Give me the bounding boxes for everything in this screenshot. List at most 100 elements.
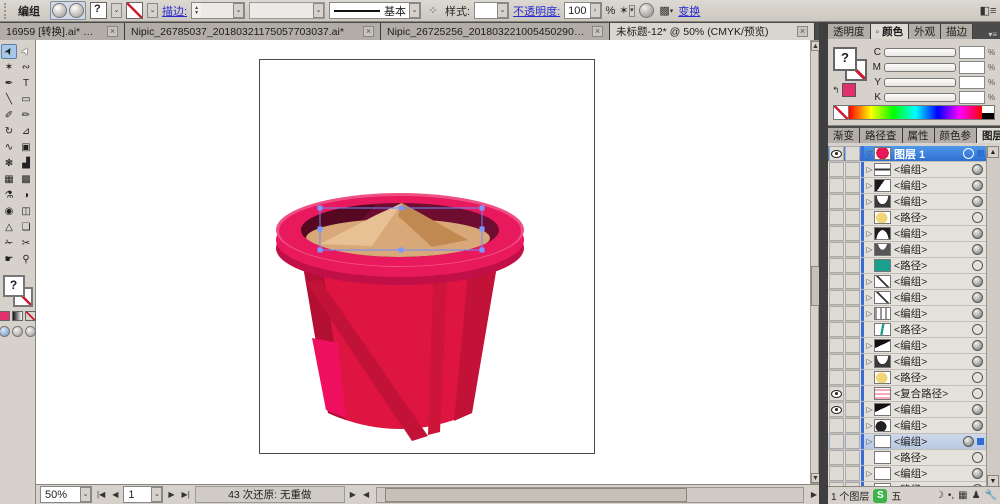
selection-anchor[interactable] [479, 205, 485, 211]
pencil-tool[interactable]: ✏ [18, 108, 34, 123]
expand-triangle-icon[interactable]: ▷ [865, 357, 874, 366]
canvas-vertical-scrollbar[interactable]: ▲ ▼ [810, 40, 820, 484]
layer-row[interactable]: <路径> [828, 258, 1000, 274]
object-thumbnail[interactable] [874, 419, 891, 432]
target-icon[interactable] [972, 468, 983, 479]
object-name[interactable]: <编组> [894, 434, 963, 449]
width-tool[interactable]: ∿ [1, 140, 17, 155]
hscroll-left-icon[interactable]: ◀ [361, 490, 371, 499]
panel-menu-icon[interactable]: ▾≡ [985, 30, 1000, 39]
spinner-icon[interactable]: ▲ ▼ [192, 5, 201, 16]
hscroll-right-icon[interactable]: ▶ [809, 490, 819, 499]
target-icon[interactable] [972, 308, 983, 319]
object-thumbnail[interactable] [874, 451, 891, 464]
layer-lock-toggle[interactable] [845, 370, 860, 385]
live-paint-bucket-tool[interactable]: ◉ [1, 204, 17, 219]
document-tab[interactable]: 16959 [转换].ai* @ 1... × [0, 23, 125, 40]
layer-visibility-toggle[interactable] [829, 226, 844, 241]
pen-tool[interactable]: ✒ [1, 76, 17, 91]
layers-scroll-up-icon[interactable]: ▲ [987, 146, 999, 158]
layer-visibility-toggle[interactable] [829, 194, 844, 209]
object-thumbnail[interactable] [874, 323, 891, 336]
object-name[interactable]: <路径> [894, 370, 972, 385]
object-thumbnail[interactable] [874, 243, 891, 256]
opacity-stepper-icon[interactable]: › [589, 3, 601, 18]
target-icon[interactable] [972, 340, 983, 351]
layer-row[interactable]: ▷ <编组> [828, 306, 1000, 322]
panel-tab-透明度[interactable]: 透明度 [828, 24, 871, 39]
zoom-tool[interactable]: ⚲ [18, 252, 34, 267]
layer-visibility-toggle[interactable] [829, 146, 844, 161]
appearance-toggle-icon[interactable] [52, 3, 67, 18]
target-icon[interactable] [972, 372, 983, 383]
layer-visibility-toggle[interactable] [829, 290, 844, 305]
layer-lock-toggle[interactable] [845, 450, 860, 465]
layer-row[interactable]: ▷ <编组> [828, 354, 1000, 370]
object-thumbnail[interactable] [874, 307, 891, 320]
object-name[interactable]: <编组> [894, 274, 972, 289]
object-name[interactable]: <编组> [894, 290, 972, 305]
target-icon[interactable] [963, 436, 974, 447]
select-similar-dropdown-icon[interactable]: ▾ [628, 4, 636, 17]
slice-tool[interactable]: ✁ [1, 236, 17, 251]
layer-visibility-toggle[interactable] [829, 354, 844, 369]
object-thumbnail[interactable] [874, 467, 891, 480]
expand-triangle-icon[interactable]: ▷ [865, 181, 874, 190]
fill-proxy[interactable]: ? [2, 275, 25, 297]
expand-triangle-icon[interactable]: ▷ [865, 277, 874, 286]
layer-lock-toggle[interactable] [845, 418, 860, 433]
opacity-value[interactable]: 100 [565, 3, 590, 18]
mesh-tool[interactable]: ▦ [1, 172, 17, 187]
zoom-level-combo[interactable]: 50% ⌄ [40, 486, 92, 503]
perspective-grid-tool[interactable]: △ [1, 220, 17, 235]
layer-lock-toggle[interactable] [845, 466, 860, 481]
layer-row[interactable]: ▷ <编组> [828, 418, 1000, 434]
layer-visibility-toggle[interactable] [829, 338, 844, 353]
gradient-button[interactable] [12, 311, 23, 321]
target-icon[interactable] [972, 420, 983, 431]
layer-row[interactable]: ▷ <编组> [828, 178, 1000, 194]
layer-row[interactable]: <路径> [828, 322, 1000, 338]
expand-triangle-icon[interactable]: ▷ [865, 293, 874, 302]
channel-value-field[interactable] [959, 76, 985, 89]
layer-row[interactable]: ▷ <编组> [828, 274, 1000, 290]
object-name[interactable]: <编组> [894, 162, 972, 177]
recolor-dots-icon[interactable]: ⁘ [425, 3, 441, 19]
document-tab[interactable]: 未标题-12* @ 50% (CMYK/预览) × [610, 23, 815, 40]
layer-visibility-toggle[interactable] [829, 258, 844, 273]
clipping-mask-icon[interactable]: ☽ [935, 490, 944, 501]
expand-triangle-icon[interactable]: ▷ [865, 405, 874, 414]
artboard-tool[interactable]: ❏ [18, 220, 34, 235]
layer-visibility-toggle[interactable] [829, 450, 844, 465]
object-name[interactable]: <编组> [894, 194, 972, 209]
layer-row[interactable]: ▷ <编组> [828, 338, 1000, 354]
object-name[interactable]: <编组> [894, 354, 972, 369]
target-icon[interactable] [972, 356, 983, 367]
fill-stroke-indicator[interactable]: ? [2, 275, 33, 307]
layer-visibility-toggle[interactable] [829, 178, 844, 193]
layer-thumbnail[interactable] [874, 147, 891, 160]
layer-row[interactable]: ▷ <编组> [828, 226, 1000, 242]
target-icon[interactable] [972, 276, 983, 287]
delete-layer-icon[interactable]: ♟ [972, 490, 981, 501]
target-icon[interactable] [972, 452, 983, 463]
prev-artboard-icon[interactable]: ◀ [110, 490, 120, 499]
line-tool[interactable]: ╲ [1, 92, 17, 107]
layer-visibility-toggle[interactable] [829, 386, 844, 401]
panel-tab-属性[interactable]: 属性 [902, 128, 935, 143]
stroke-weight-combo[interactable]: ▲ ▼ ⌄ [191, 2, 246, 19]
layer-visibility-toggle[interactable] [829, 274, 844, 289]
screen-mode-normal-icon[interactable] [0, 326, 10, 337]
artboard-dropdown-icon[interactable]: ⌄ [151, 487, 163, 502]
object-name[interactable]: <编组> [894, 466, 972, 481]
selection-anchor[interactable] [317, 226, 323, 232]
layer-row[interactable]: <路径> [828, 450, 1000, 466]
target-icon[interactable] [963, 148, 974, 159]
target-icon[interactable] [972, 164, 983, 175]
none-button[interactable] [25, 311, 36, 321]
target-icon[interactable] [972, 292, 983, 303]
layer-lock-toggle[interactable] [845, 386, 860, 401]
layer-row-header[interactable]: ▽ 图层 1 [828, 146, 1000, 162]
target-icon[interactable] [972, 404, 983, 415]
appearance-toggle2-icon[interactable] [69, 3, 84, 18]
